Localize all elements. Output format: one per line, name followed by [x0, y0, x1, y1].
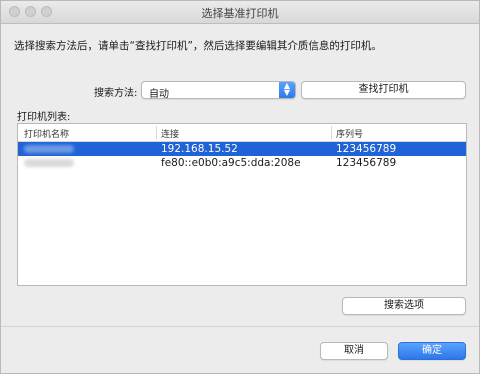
column-divider — [156, 126, 157, 139]
instruction-text: 选择搜索方法后，请单击“查找打印机”，然后选择要编辑其介质信息的打印机。 — [14, 40, 382, 52]
table-row[interactable]: fe80::e0b0:a9c5:dda:208e 123456789 — [18, 156, 466, 170]
printer-list-table[interactable]: 打印机名称 连接 序列号 192.168.15.52 123456789 fe8… — [17, 123, 467, 286]
table-row[interactable]: 192.168.15.52 123456789 — [18, 142, 466, 156]
find-printer-button[interactable]: 查找打印机 — [301, 81, 466, 99]
connection-cell: fe80::e0b0:a9c5:dda:208e — [161, 157, 301, 169]
window-title: 选择基准打印机 — [201, 7, 279, 20]
search-method-label: 搜索方法: — [94, 88, 138, 99]
serial-cell: 123456789 — [336, 143, 397, 155]
select-reference-printer-dialog: 选择基准打印机 选择搜索方法后，请单击“查找打印机”，然后选择要编辑其介质信息的… — [0, 0, 480, 374]
column-header-printer-name[interactable]: 打印机名称 — [24, 127, 69, 140]
serial-cell: 123456789 — [336, 157, 397, 169]
cancel-button[interactable]: 取消 — [320, 342, 388, 360]
column-header-serial[interactable]: 序列号 — [336, 127, 363, 140]
connection-cell: 192.168.15.52 — [161, 143, 238, 155]
updown-chevron-icon: ▲ ▼ — [279, 82, 295, 98]
printer-name-redacted — [24, 159, 74, 167]
search-method-select[interactable]: 自动 ▲ ▼ — [141, 81, 296, 100]
footer-divider — [1, 326, 479, 327]
column-divider — [331, 126, 332, 139]
printer-list-label: 打印机列表: — [17, 112, 71, 123]
ok-button[interactable]: 确定 — [398, 342, 466, 360]
search-options-button[interactable]: 搜索选项 — [342, 297, 466, 315]
printer-name-redacted — [24, 145, 74, 153]
title-bar: 选择基准打印机 — [1, 1, 479, 24]
column-header-connection[interactable]: 连接 — [161, 127, 179, 140]
table-header: 打印机名称 连接 序列号 — [18, 124, 466, 142]
search-method-value: 自动 — [149, 89, 169, 100]
